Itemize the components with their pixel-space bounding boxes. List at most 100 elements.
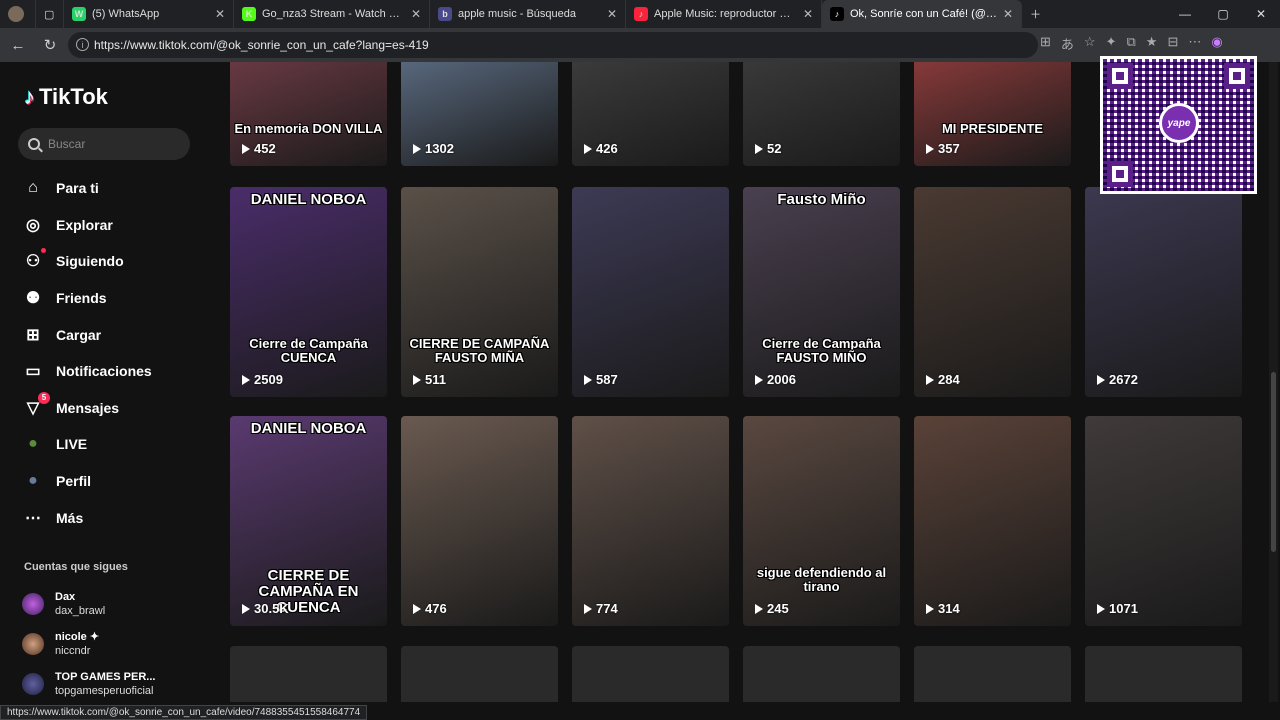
status-bar: https://www.tiktok.com/@ok_sonrie_con_un…: [0, 702, 1280, 720]
video-card[interactable]: CIERRE DE CAMPAÑA FAUSTO MIÑA 511: [401, 187, 558, 397]
nav-item-live[interactable]: ● LIVE: [22, 426, 152, 463]
close-tab-icon[interactable]: ✕: [803, 7, 813, 21]
video-card-placeholder: [1085, 646, 1242, 702]
avatar: [22, 633, 44, 655]
video-card[interactable]: DANIEL NOBOA CIERRE DE CAMPAÑA EN CUENCA 3…: [230, 416, 387, 626]
video-card[interactable]: 52: [743, 62, 900, 166]
followed-account-dax[interactable]: Dax dax_brawl: [22, 590, 105, 618]
collections-icon[interactable]: ⊟: [1167, 34, 1178, 53]
video-title-overlay: Fausto Miño: [777, 191, 866, 208]
play-icon: [413, 603, 421, 614]
search-input[interactable]: Buscar: [18, 128, 190, 160]
play-icon: [1097, 374, 1105, 385]
view-count-value: 1071: [1109, 601, 1138, 616]
play-icon: [755, 603, 763, 614]
page-scrollbar[interactable]: [1269, 62, 1278, 702]
url-field[interactable]: i https://www.tiktok.com/@ok_sonrie_con_…: [68, 32, 1038, 58]
profile-avatar[interactable]: [0, 0, 36, 28]
view-count: 357: [926, 141, 960, 156]
sidebar-icon[interactable]: ⧉: [1126, 34, 1135, 53]
avatar: [8, 6, 24, 22]
video-card[interactable]: sigue defendiendo al tirano 245: [743, 416, 900, 626]
view-count: 1302: [413, 141, 454, 156]
nav-item-friends[interactable]: ⚉ Friends: [22, 280, 152, 317]
nav-item-siguiendo[interactable]: ⚇ Siguiendo: [22, 243, 152, 280]
search-placeholder: Buscar: [48, 137, 86, 151]
tab-title: Go_nza3 Stream - Watch Live on Kick: [262, 8, 405, 20]
translate-icon[interactable]: あ: [1061, 34, 1074, 53]
nav-item-cargar[interactable]: ⊞ Cargar: [22, 316, 152, 353]
tab-actions-button[interactable]: ▢: [36, 0, 64, 28]
video-card[interactable]: 1302: [401, 62, 558, 166]
nav-item-perfil[interactable]: ● Perfil: [22, 463, 152, 500]
nav-item-ms[interactable]: ⋯ Más: [22, 499, 152, 536]
apps-icon[interactable]: ⊞: [1040, 34, 1051, 53]
close-window-button[interactable]: ✕: [1242, 0, 1280, 28]
video-card[interactable]: 476: [401, 416, 558, 626]
nav-label: Para ti: [56, 180, 99, 197]
close-tab-icon[interactable]: ✕: [215, 7, 225, 21]
minimize-button[interactable]: —: [1166, 0, 1204, 28]
nav-item-explorar[interactable]: ◎ Explorar: [22, 207, 152, 244]
close-tab-icon[interactable]: ✕: [1003, 7, 1013, 21]
scrollbar-thumb[interactable]: [1271, 372, 1276, 552]
video-card[interactable]: 284: [914, 187, 1071, 397]
nav-item-parati[interactable]: ⌂ Para ti: [22, 170, 152, 207]
main-nav: ⌂ Para ti ◎ Explorar ⚇ Siguiendo ⚉ Friends ⊞ Carg…: [22, 170, 152, 536]
tiktok-logo[interactable]: ♪ TikTok: [24, 84, 108, 110]
view-count: 426: [584, 141, 618, 156]
browser-tab[interactable]: K Go_nza3 Stream - Watch Live on Kick ✕: [234, 0, 430, 28]
video-card-placeholder: [401, 646, 558, 702]
close-tab-icon[interactable]: ✕: [411, 7, 421, 21]
close-tab-icon[interactable]: ✕: [607, 7, 617, 21]
video-card[interactable]: DANIEL NOBOA Cierre de Campaña CUENCA 2509: [230, 187, 387, 397]
video-card[interactable]: Fausto Miño Cierre de Campaña FAUSTO MIÑO…: [743, 187, 900, 397]
reload-button[interactable]: ↻: [36, 31, 64, 59]
browser-tab[interactable]: ♪ Apple Music: reproductor web ✕: [626, 0, 822, 28]
followed-account-nicole[interactable]: nicole ✦ niccndr: [22, 630, 99, 658]
browser-tab[interactable]: b apple music - Búsqueda ✕: [430, 0, 626, 28]
nav-item-mensajes[interactable]: ▽ 5 Mensajes: [22, 390, 152, 427]
browser-tab[interactable]: W (5) WhatsApp ✕: [64, 0, 234, 28]
notification-badge: 5: [38, 391, 50, 404]
video-card[interactable]: 1071: [1085, 416, 1242, 626]
view-count-value: 52: [767, 141, 782, 156]
copilot-icon[interactable]: ◉: [1211, 34, 1222, 53]
video-card[interactable]: 426: [572, 62, 729, 166]
video-card[interactable]: 587: [572, 187, 729, 397]
video-caption-overlay: Cierre de Campaña CUENCA: [249, 336, 368, 365]
back-button[interactable]: ←: [4, 31, 32, 59]
extensions-icon[interactable]: ✦: [1106, 34, 1117, 53]
nav-item-notificaciones[interactable]: ▭ Notificaciones: [22, 353, 152, 390]
more-menu-icon[interactable]: ⋯: [1188, 34, 1201, 53]
followed-account-topgames[interactable]: TOP GAMES PER... topgamesperuoficial: [22, 670, 155, 698]
video-card[interactable]: En memoria DON VILLA 452: [230, 62, 387, 166]
view-count: 774: [584, 601, 618, 616]
logo-text: TikTok: [39, 84, 108, 109]
video-card-placeholder: [914, 646, 1071, 702]
home-icon: ⌂: [28, 179, 38, 197]
friends-icon: ⚉: [25, 290, 41, 308]
site-info-icon[interactable]: i: [76, 38, 89, 51]
inbox-icon: ▭: [25, 363, 41, 381]
play-icon: [926, 143, 934, 154]
video-card[interactable]: MI PRESIDENTE 357: [914, 62, 1071, 166]
view-count-value: 426: [596, 141, 618, 156]
video-card[interactable]: 314: [914, 416, 1071, 626]
messages-icon: ▽ 5: [22, 391, 50, 419]
video-card[interactable]: 774: [572, 416, 729, 626]
live-icon: ●: [28, 435, 38, 453]
video-card[interactable]: 2672: [1085, 187, 1242, 397]
view-count: 476: [413, 601, 447, 616]
video-caption-overlay: CIERRE DE CAMPAÑA FAUSTO MIÑA: [409, 336, 550, 365]
nav-label: Notificaciones: [56, 363, 152, 380]
favorites-icon[interactable]: ★: [1146, 34, 1158, 53]
qr-finder: [1107, 63, 1133, 89]
maximize-button[interactable]: ▢: [1204, 0, 1242, 28]
new-tab-button[interactable]: ＋: [1022, 0, 1050, 28]
status-url: https://www.tiktok.com/@ok_sonrie_con_un…: [0, 705, 368, 720]
nav-label: LIVE: [56, 436, 88, 453]
video-caption-overlay: MI PRESIDENTE: [941, 121, 1044, 136]
star-icon[interactable]: ☆: [1084, 34, 1096, 53]
browser-tab[interactable]: ♪ Ok, Sonríe con un Café! (@ok_sonrie_con…: [822, 0, 1022, 28]
